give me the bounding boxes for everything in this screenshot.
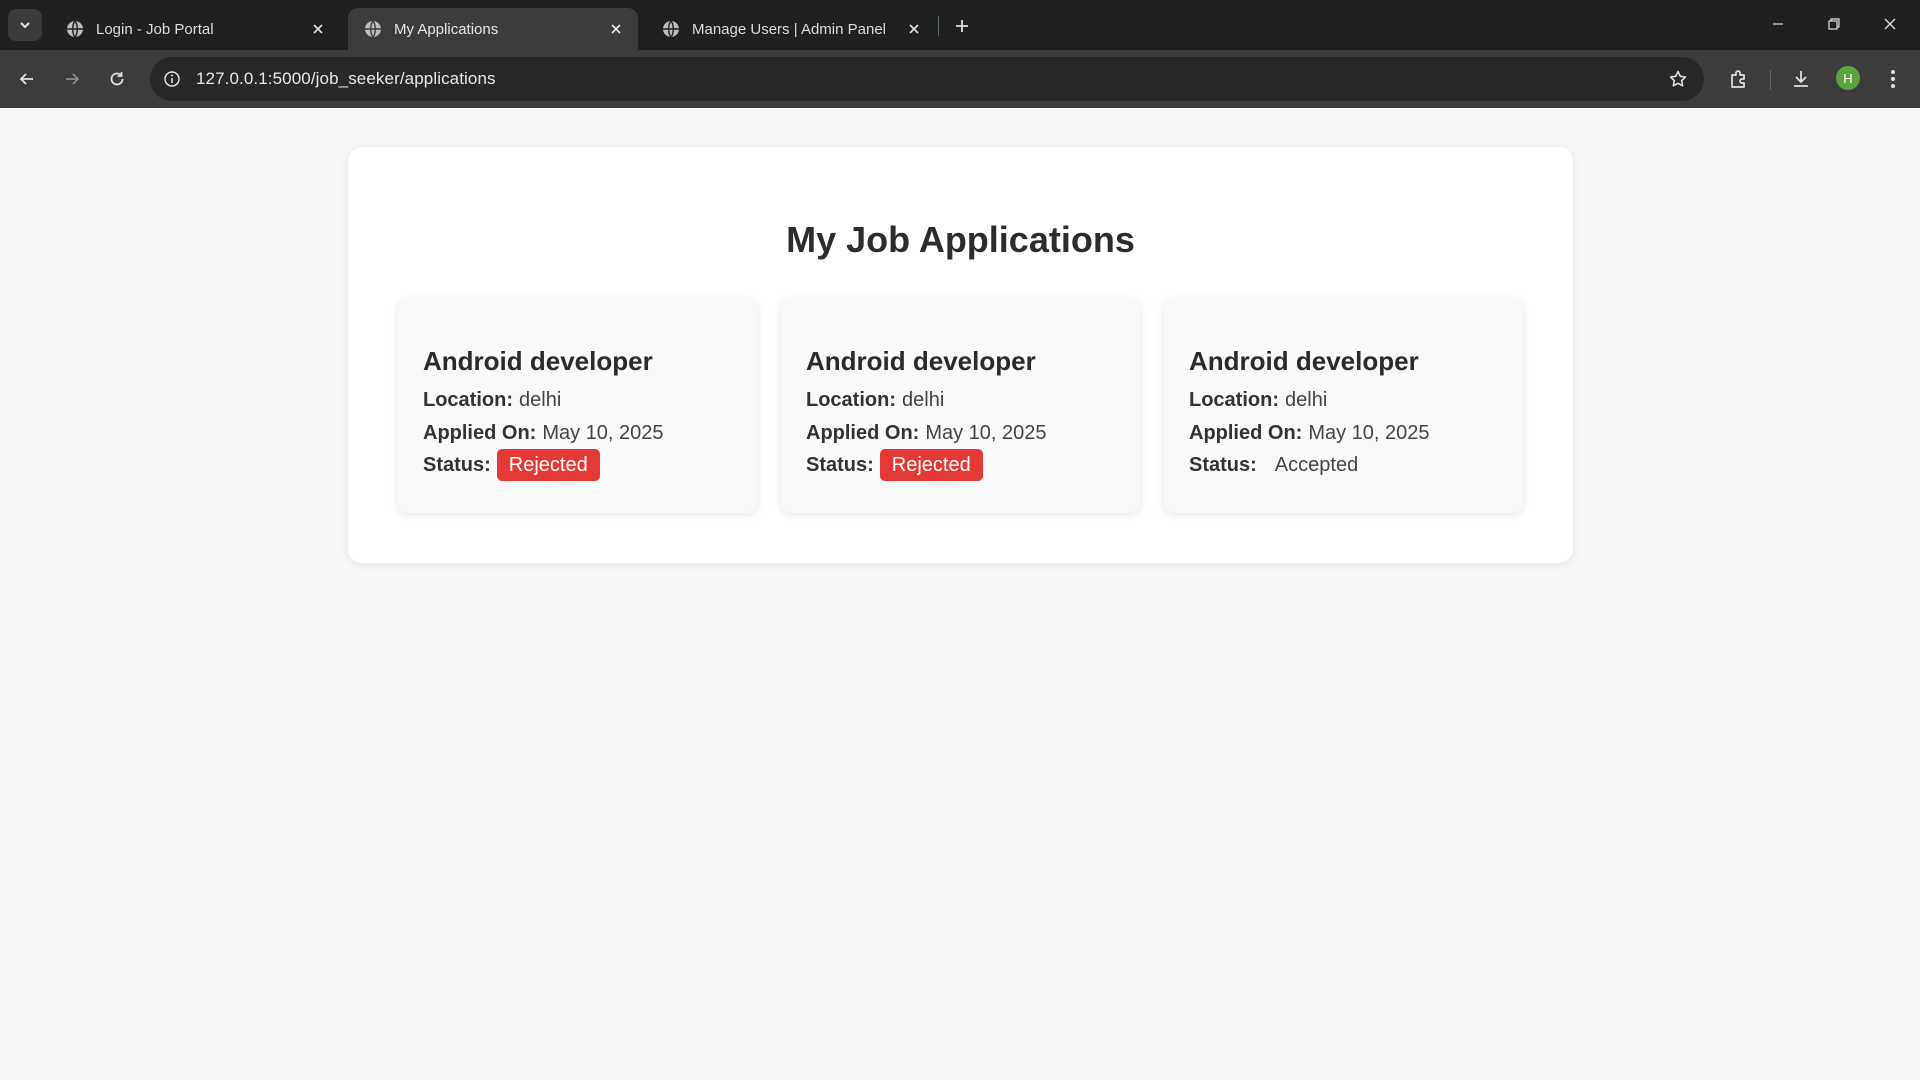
job-title: Android developer: [1189, 346, 1419, 376]
application-card: Android developer Location: delhi Applie…: [781, 298, 1140, 513]
application-card: Android developer Location: delhi Applie…: [398, 298, 757, 513]
location-label: Location:: [423, 389, 513, 411]
download-icon: [1794, 71, 1808, 87]
tab-divider: [938, 16, 939, 36]
globe-icon: [365, 20, 381, 38]
back-button[interactable]: [11, 63, 43, 95]
minimize-icon: [1773, 23, 1783, 25]
applied-on-value: May 10, 2025: [925, 422, 1047, 444]
restore-icon: [1828, 18, 1840, 30]
forward-button[interactable]: [56, 63, 88, 95]
tab-title: My Applications: [394, 20, 499, 38]
tab-my-applications[interactable]: My Applications: [348, 8, 638, 50]
status-label: Status:: [806, 453, 874, 476]
tab-search-button[interactable]: [8, 9, 42, 41]
minimize-button[interactable]: [1750, 0, 1806, 48]
status-row: Status: Rejected: [423, 448, 600, 482]
job-title: Android developer: [806, 346, 1036, 376]
close-icon[interactable]: [606, 19, 626, 39]
applied-on-label: Applied On:: [423, 422, 537, 444]
applied-on-row: Applied On: May 10, 2025: [1189, 422, 1430, 445]
bookmark-star-icon[interactable]: [1666, 67, 1690, 91]
url-text: 127.0.0.1:5000/job_seeker/applications: [196, 69, 496, 88]
arrow-left-icon: [19, 73, 33, 85]
plus-icon: [956, 20, 968, 32]
location-row: Location: delhi: [806, 389, 944, 412]
location-value: delhi: [1285, 389, 1328, 411]
browser-toolbar: 127.0.0.1:5000/job_seeker/applications: [0, 50, 1920, 108]
more-vertical-icon: [1891, 70, 1895, 88]
location-row: Location: delhi: [1189, 389, 1327, 412]
globe-icon: [663, 20, 679, 38]
status-label: Status:: [1189, 453, 1257, 476]
reload-button[interactable]: [101, 63, 133, 95]
applied-on-row: Applied On: May 10, 2025: [423, 422, 664, 445]
window-close-button[interactable]: [1862, 0, 1918, 48]
location-label: Location:: [806, 389, 896, 411]
restore-button[interactable]: [1806, 0, 1862, 48]
close-icon: [1884, 18, 1896, 30]
arrow-right-icon: [66, 73, 80, 85]
status-row: Status: Rejected: [806, 448, 983, 482]
location-value: delhi: [902, 389, 945, 411]
extensions-button[interactable]: [1724, 64, 1754, 94]
close-icon[interactable]: [904, 19, 924, 39]
tab-strip: Login - Job Portal My Applications Manag…: [0, 0, 1920, 50]
applied-on-label: Applied On:: [1189, 422, 1303, 444]
status-row: Status: Accepted: [1189, 448, 1370, 482]
puzzle-icon: [1731, 70, 1745, 88]
browser-menu-button[interactable]: [1878, 64, 1908, 94]
reload-icon: [110, 72, 124, 86]
applied-on-label: Applied On:: [806, 422, 920, 444]
profile-avatar[interactable]: H: [1836, 66, 1860, 90]
applications-container: My Job Applications Android developer Lo…: [348, 147, 1573, 563]
status-badge: Accepted: [1274, 454, 1359, 476]
applied-on-value: May 10, 2025: [1308, 422, 1430, 444]
job-title: Android developer: [423, 346, 653, 376]
tab-manage-users[interactable]: Manage Users | Admin Panel: [646, 8, 936, 50]
page-title: My Job Applications: [786, 219, 1135, 260]
site-info-icon[interactable]: [160, 67, 184, 91]
location-label: Location:: [1189, 389, 1279, 411]
application-card: Android developer Location: delhi Applie…: [1164, 298, 1523, 513]
tab-title: Login - Job Portal: [96, 20, 214, 38]
toolbar-divider: [1770, 70, 1771, 90]
status-badge: Rejected: [879, 449, 983, 481]
close-icon[interactable]: [308, 19, 328, 39]
applied-on-row: Applied On: May 10, 2025: [806, 422, 1047, 445]
chevron-down-icon: [20, 22, 30, 29]
new-tab-button[interactable]: [948, 12, 976, 40]
location-row: Location: delhi: [423, 389, 561, 412]
downloads-button[interactable]: [1786, 64, 1816, 94]
globe-icon: [67, 20, 83, 38]
address-bar[interactable]: 127.0.0.1:5000/job_seeker/applications: [150, 57, 1704, 101]
location-value: delhi: [519, 389, 562, 411]
status-badge: Rejected: [496, 449, 600, 481]
tab-title: Manage Users | Admin Panel: [692, 20, 886, 38]
status-label: Status:: [423, 453, 491, 476]
applied-on-value: May 10, 2025: [542, 422, 664, 444]
tab-login[interactable]: Login - Job Portal: [50, 8, 340, 50]
